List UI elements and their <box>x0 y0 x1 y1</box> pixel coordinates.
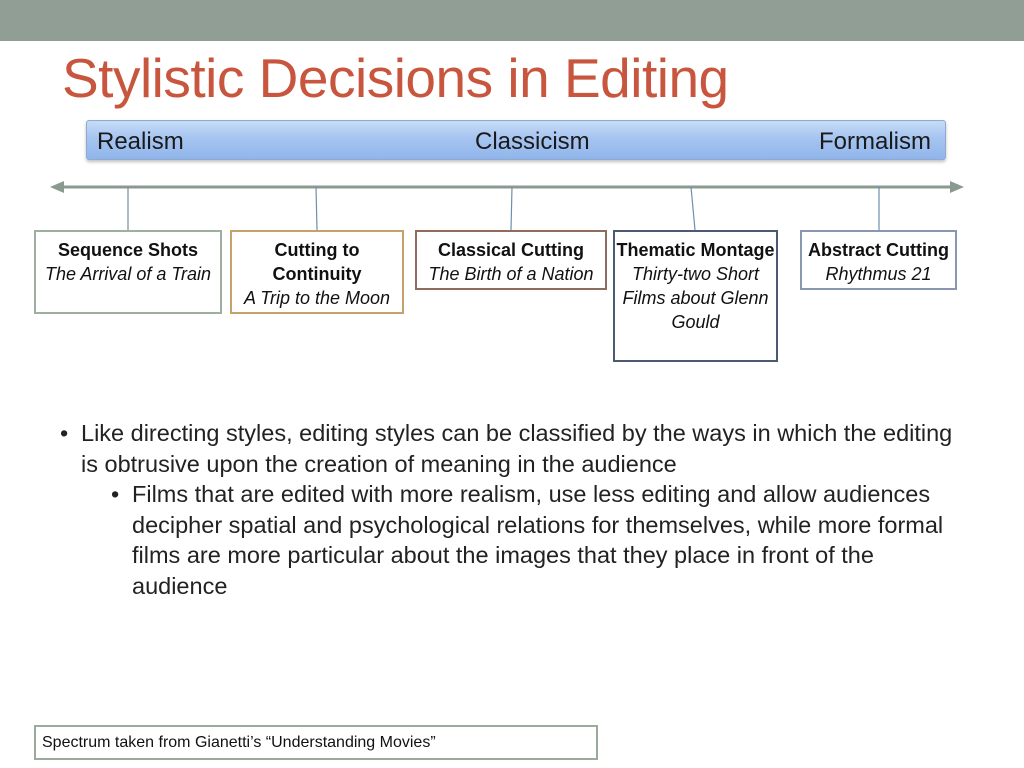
box-thematic-montage: Thematic Montage Thirty-two Short Films … <box>613 230 778 362</box>
arrow-head-right-icon <box>950 181 964 193</box>
box-heading: Classical Cutting <box>437 240 585 260</box>
source-note: Spectrum taken from Gianetti’s “Understa… <box>34 725 598 760</box>
connector-4 <box>690 186 696 231</box>
bullet-list: Like directing styles, editing styles ca… <box>60 418 960 601</box>
connector-2 <box>315 186 318 231</box>
box-film: The Arrival of a Train <box>44 264 212 284</box>
bullet-sub: Films that are edited with more realism,… <box>111 479 960 601</box>
box-film: The Birth of a Nation <box>428 264 594 284</box>
box-heading: Cutting to Continuity <box>272 240 362 284</box>
box-cutting-to-continuity: Cutting to Continuity A Trip to the Moon <box>230 230 404 314</box>
box-abstract-cutting: Abstract Cutting Rhythmus 21 <box>800 230 957 290</box>
box-classical-cutting: Classical Cutting The Birth of a Nation <box>415 230 607 290</box>
box-heading: Thematic Montage <box>616 240 775 260</box>
box-heading: Abstract Cutting <box>808 240 949 260</box>
box-film: Rhythmus 21 <box>825 264 932 284</box>
box-sequence-shots: Sequence Shots The Arrival of a Train <box>34 230 222 314</box>
connector-3 <box>510 186 513 231</box>
bullet-main: Like directing styles, editing styles ca… <box>60 418 960 479</box>
box-film: Thirty-two Short Films about Glenn Gould <box>622 264 769 332</box>
arrow-head-left-icon <box>50 181 64 193</box>
spectrum-arrow <box>50 181 964 231</box>
box-heading: Sequence Shots <box>57 240 199 260</box>
box-film: A Trip to the Moon <box>243 288 391 308</box>
